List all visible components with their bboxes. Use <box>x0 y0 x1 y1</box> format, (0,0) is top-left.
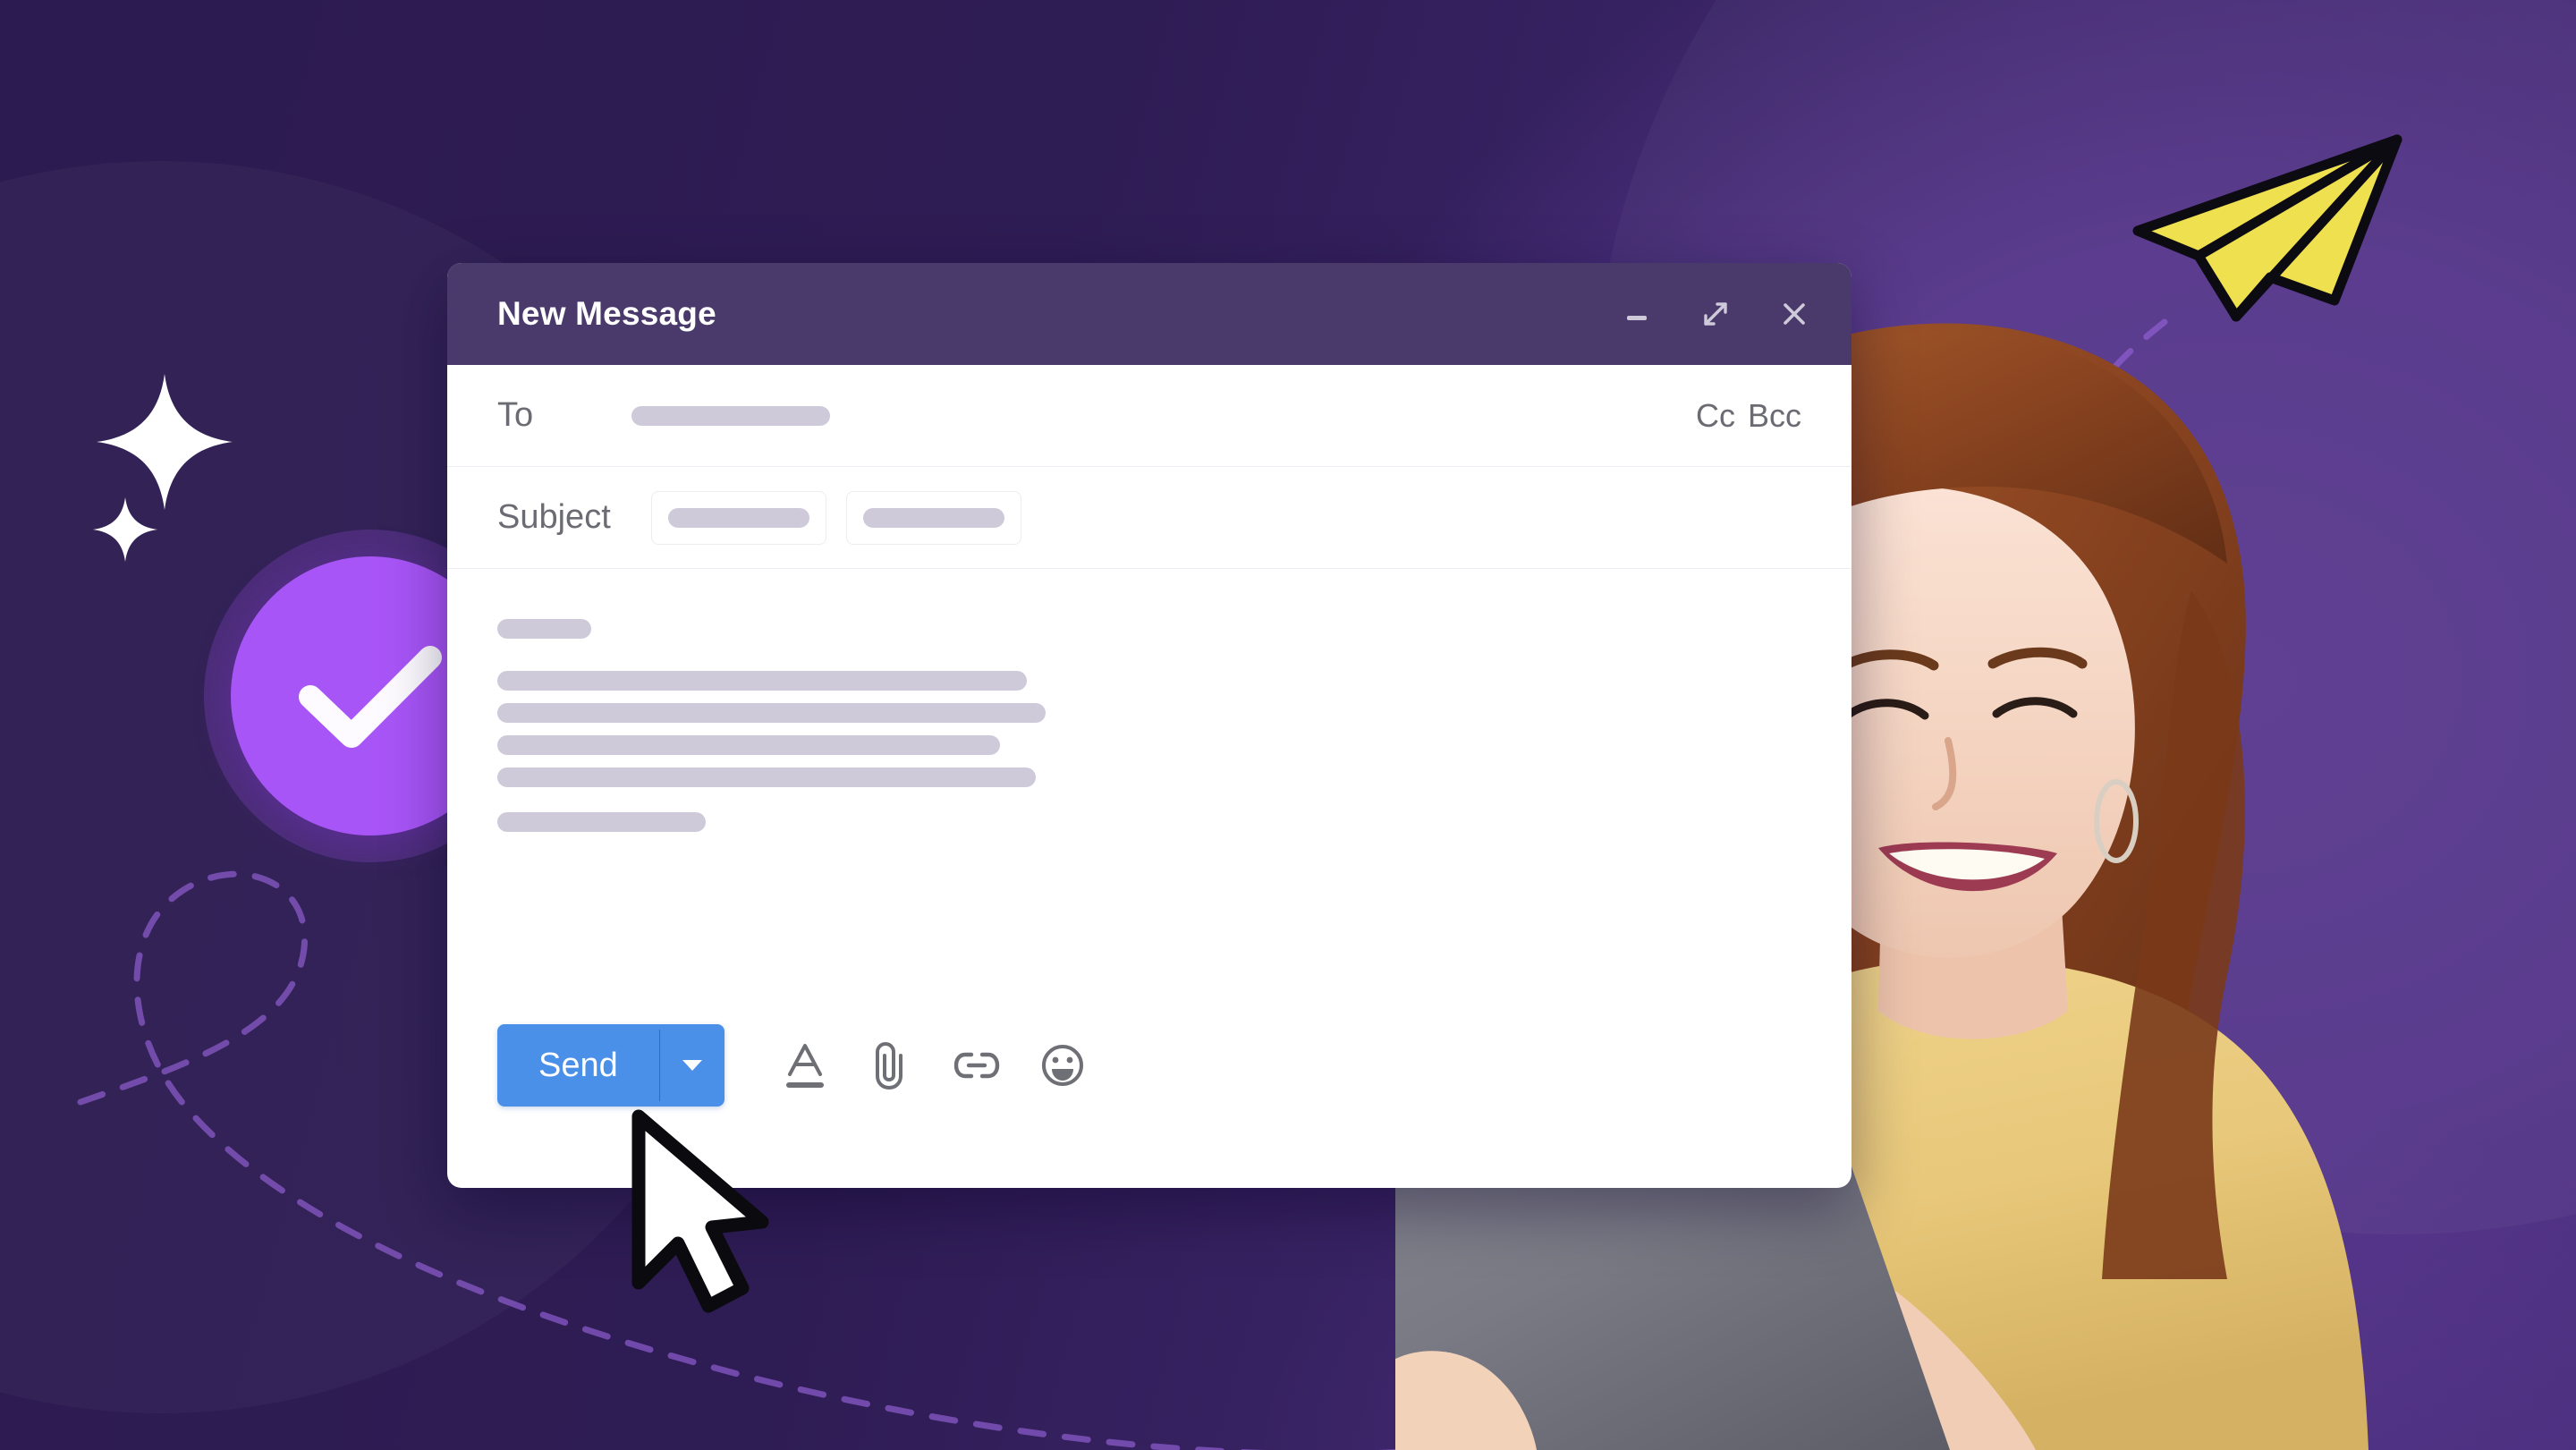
body-placeholder-line <box>497 671 1027 691</box>
subject-placeholder-secondary <box>863 507 1004 528</box>
format-text-icon <box>785 1044 824 1088</box>
subject-placeholder-primary <box>668 507 809 528</box>
insert-link-button[interactable] <box>934 1024 1020 1107</box>
window-controls <box>1614 291 1818 337</box>
mouse-pointer-icon <box>626 1107 778 1313</box>
body-placeholder-line <box>497 703 1046 723</box>
body-placeholder-line <box>497 619 591 639</box>
attach-file-button[interactable] <box>848 1024 934 1107</box>
emoji-smiley-icon <box>1041 1045 1083 1086</box>
subject-row[interactable]: Subject <box>447 467 1852 569</box>
link-icon <box>953 1052 999 1079</box>
send-button[interactable]: Send <box>497 1024 659 1107</box>
minimize-button[interactable] <box>1614 291 1660 337</box>
compose-window: New Message To Cc Bcc Subject Send <box>447 263 1852 1188</box>
expand-button[interactable] <box>1692 291 1739 337</box>
sparkle-star-icon <box>97 374 233 510</box>
insert-emoji-button[interactable] <box>1020 1024 1106 1107</box>
send-button-group: Send <box>497 1024 724 1107</box>
bcc-button[interactable]: Bcc <box>1748 397 1801 435</box>
page-title: New Message <box>497 295 716 332</box>
to-label: To <box>497 396 534 434</box>
body-placeholder-line <box>497 812 706 832</box>
to-row[interactable]: To Cc Bcc <box>447 365 1852 467</box>
close-button[interactable] <box>1771 291 1818 337</box>
subject-field-secondary[interactable] <box>846 490 1021 545</box>
message-body[interactable] <box>447 569 1852 994</box>
paperclip-icon <box>875 1042 902 1090</box>
to-input[interactable] <box>631 405 830 426</box>
subject-field-primary[interactable] <box>651 490 826 545</box>
body-placeholder-line <box>497 767 1036 787</box>
send-options-button[interactable] <box>660 1024 724 1107</box>
compose-titlebar[interactable]: New Message <box>447 263 1852 365</box>
sparkle-star-small-icon <box>93 497 157 562</box>
chevron-down-icon <box>682 1060 702 1071</box>
body-placeholder-line <box>497 735 1000 755</box>
cc-button[interactable]: Cc <box>1696 397 1735 435</box>
formatting-options-button[interactable] <box>762 1024 848 1107</box>
subject-label: Subject <box>497 498 611 536</box>
